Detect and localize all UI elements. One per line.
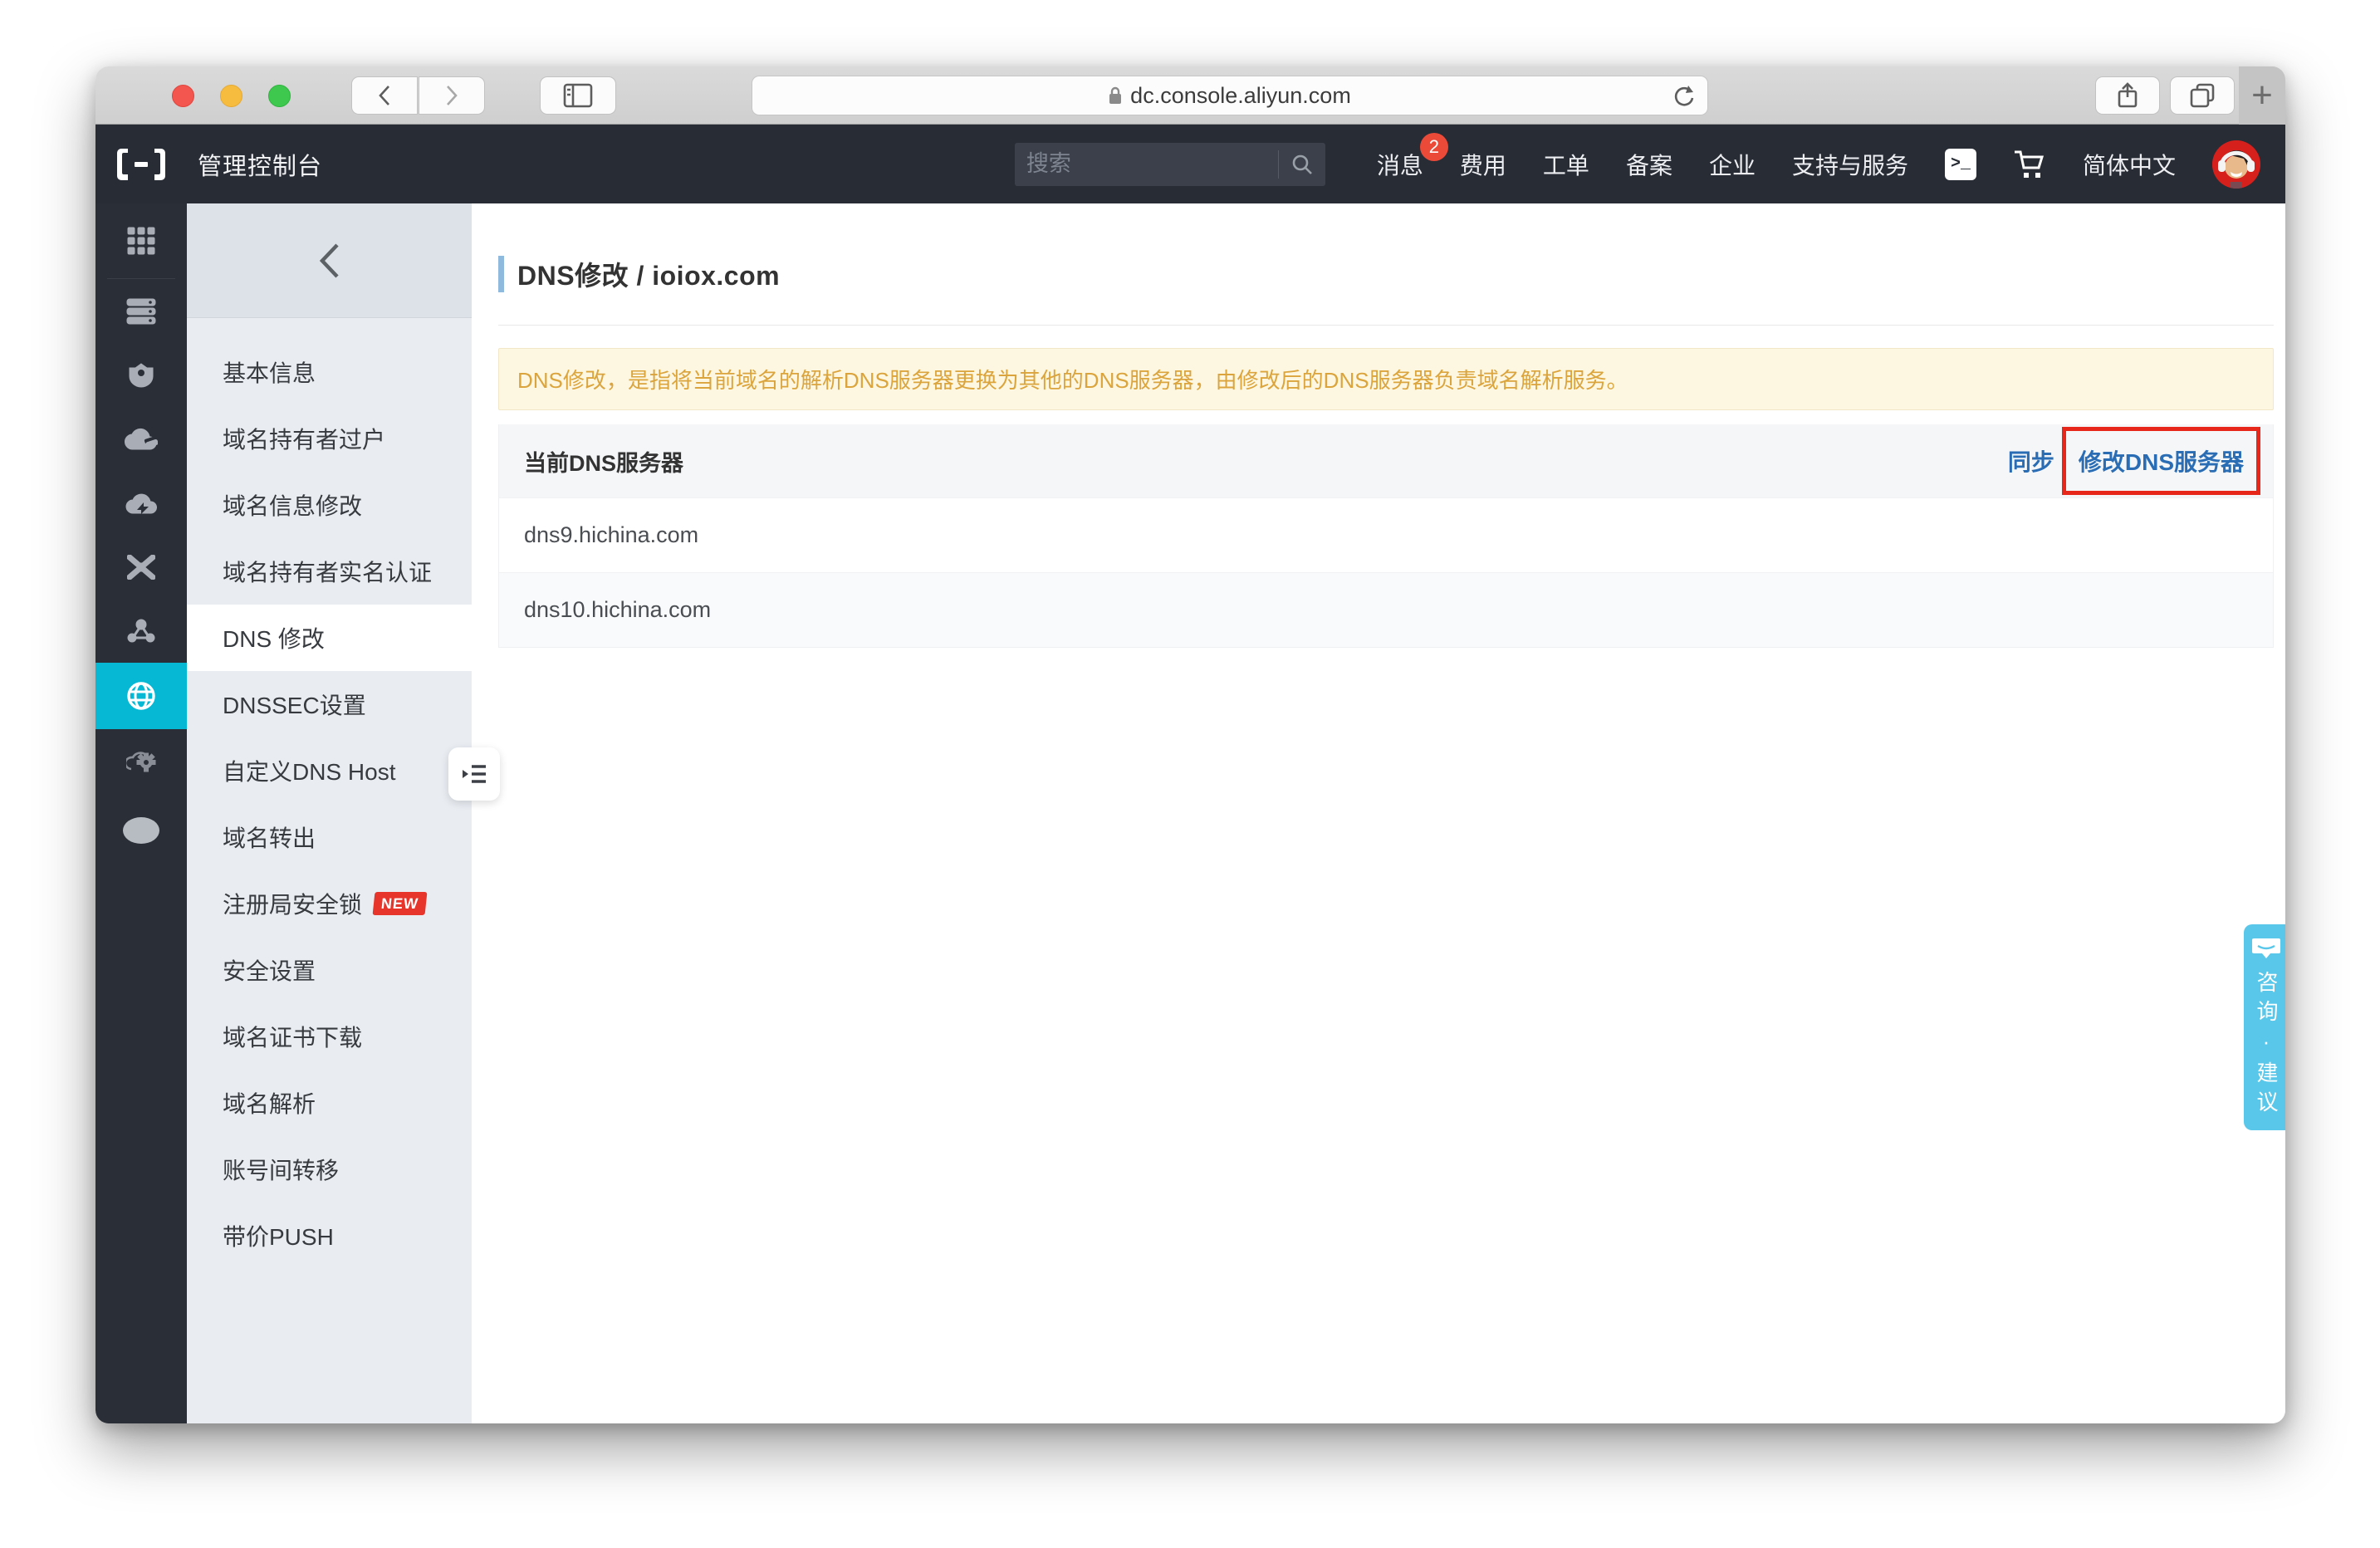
annotation-highlight-box: 修改DNS服务器 bbox=[2062, 427, 2260, 495]
window-controls bbox=[172, 85, 291, 107]
dns-notice-banner: DNS修改，是指将当前域名的解析DNS服务器更换为其他的DNS服务器，由修改后的… bbox=[498, 348, 2274, 410]
collapse-lines-icon bbox=[462, 763, 487, 785]
plus-icon: + bbox=[2251, 75, 2273, 116]
browser-toolbar: dc.console.aliyun.com + bbox=[95, 66, 2285, 125]
sidebar-item-domain-transfer-out[interactable]: 域名转出 bbox=[187, 804, 472, 870]
sidebar-item-cert-download[interactable]: 域名证书下载 bbox=[187, 1003, 472, 1070]
cdn-cloud-icon[interactable] bbox=[95, 471, 187, 535]
main-content: DNS修改 / ioiox.com DNS修改，是指将当前域名的解析DNS服务器… bbox=[472, 203, 2285, 1423]
sidebar-menu: 基本信息 域名持有者过户 域名信息修改 域名持有者实名认证 DNS 修改 DNS… bbox=[187, 318, 472, 1269]
lock-icon bbox=[1109, 86, 1122, 105]
sidebar-item-account-transfer[interactable]: 账号间转移 bbox=[187, 1136, 472, 1203]
share-button[interactable] bbox=[2095, 76, 2160, 115]
table-header-label: 当前DNS服务器 bbox=[524, 445, 683, 478]
forward-button[interactable] bbox=[419, 76, 485, 115]
sidebar-item-dnssec[interactable]: DNSSEC设置 bbox=[187, 671, 472, 737]
search-divider bbox=[1278, 150, 1279, 179]
search-input[interactable] bbox=[1026, 151, 1273, 177]
sidebar-collapse-header[interactable] bbox=[187, 203, 472, 318]
sidebar-item-push-with-price[interactable]: 带价PUSH bbox=[187, 1203, 472, 1269]
terminal-icon[interactable]: >_ bbox=[1945, 149, 1976, 180]
back-button[interactable] bbox=[351, 76, 418, 115]
chevron-left-icon bbox=[316, 242, 344, 280]
zoom-button[interactable] bbox=[268, 85, 291, 107]
profile-dot-icon[interactable] bbox=[95, 798, 187, 862]
message-count-badge: 2 bbox=[1420, 133, 1448, 161]
domain-sidebar: 基本信息 域名持有者过户 域名信息修改 域名持有者实名认证 DNS 修改 DNS… bbox=[187, 203, 472, 1423]
back-chevron-icon bbox=[375, 83, 394, 108]
consult-feedback-widget[interactable]: 咨询·建议 bbox=[2244, 924, 2285, 1130]
new-badge: NEW bbox=[373, 892, 428, 915]
tabs-overview-button[interactable] bbox=[2170, 76, 2235, 115]
title-divider bbox=[498, 325, 2274, 326]
sidebar-panel-icon bbox=[563, 83, 593, 108]
chat-bubble-icon bbox=[2251, 938, 2281, 959]
forward-chevron-icon bbox=[443, 83, 461, 108]
sidebar-item-holder-transfer[interactable]: 域名持有者过户 bbox=[187, 405, 472, 472]
sync-link[interactable]: 同步 bbox=[2008, 444, 2054, 478]
nav-support[interactable]: 支持与服务 bbox=[1792, 148, 1908, 181]
sidebar-item-dns-resolution[interactable]: 域名解析 bbox=[187, 1070, 472, 1136]
console-title: 管理控制台 bbox=[198, 147, 322, 182]
product-icon-rail bbox=[95, 203, 187, 1423]
sidebar-collapse-handle[interactable] bbox=[448, 747, 500, 801]
sidebar-item-info-modify[interactable]: 域名信息修改 bbox=[187, 472, 472, 538]
nav-messages[interactable]: 消息 2 bbox=[1377, 148, 1423, 181]
apps-grid-icon[interactable] bbox=[95, 203, 187, 278]
avatar[interactable] bbox=[2212, 140, 2260, 189]
reload-icon[interactable] bbox=[1671, 83, 1696, 110]
language-switcher[interactable]: 简体中文 bbox=[2083, 148, 2176, 181]
nav-billing[interactable]: 费用 bbox=[1460, 148, 1506, 181]
sidebar-toggle-button[interactable] bbox=[540, 76, 616, 115]
sidebar-item-basic-info[interactable]: 基本信息 bbox=[187, 339, 472, 405]
sidebar-item-custom-dns-host[interactable]: 自定义DNS Host bbox=[187, 737, 472, 804]
share-icon bbox=[2117, 82, 2138, 109]
address-bar[interactable]: dc.console.aliyun.com bbox=[752, 76, 1708, 115]
server-stack-icon[interactable] bbox=[95, 279, 187, 343]
molecule-nodes-icon[interactable] bbox=[95, 599, 187, 663]
aliyun-logo[interactable] bbox=[116, 147, 166, 182]
global-search[interactable] bbox=[1015, 143, 1325, 186]
modify-dns-link[interactable]: 修改DNS服务器 bbox=[2079, 449, 2244, 475]
nav-icp[interactable]: 备案 bbox=[1626, 148, 1672, 181]
table-row-dns9: dns9.hichina.com bbox=[499, 497, 2273, 572]
table-header-row: 当前DNS服务器 同步 修改DNS服务器 bbox=[499, 424, 2273, 497]
dns-server-table: 当前DNS服务器 同步 修改DNS服务器 dns9.hichina.com dn… bbox=[498, 424, 2274, 648]
table-row-dns10: dns10.hichina.com bbox=[499, 572, 2273, 647]
search-icon[interactable] bbox=[1290, 153, 1314, 176]
browser-window: dc.console.aliyun.com + bbox=[95, 66, 2285, 1423]
url-text: dc.console.aliyun.com bbox=[1130, 83, 1351, 109]
consult-widget-label: 咨询·建议 bbox=[2255, 971, 2277, 1119]
close-button[interactable] bbox=[172, 85, 194, 107]
tabs-overview-icon bbox=[2190, 83, 2215, 108]
network-x-icon[interactable] bbox=[95, 535, 187, 599]
nav-enterprise[interactable]: 企业 bbox=[1709, 148, 1756, 181]
console-topbar: 管理控制台 消息 2 费用 工单 备案 企业 支持与服务 >_ bbox=[95, 125, 2285, 203]
sidebar-item-security-settings[interactable]: 安全设置 bbox=[187, 937, 472, 1003]
cloud-storage-icon[interactable] bbox=[95, 407, 187, 471]
title-accent-bar bbox=[498, 256, 504, 292]
cart-icon[interactable] bbox=[2013, 149, 2046, 179]
sidebar-item-dns-modify[interactable]: DNS 修改 bbox=[187, 605, 472, 671]
nav-messages-label: 消息 bbox=[1377, 153, 1423, 179]
nav-tickets[interactable]: 工单 bbox=[1543, 148, 1589, 181]
new-tab-button[interactable]: + bbox=[2239, 66, 2285, 125]
sidebar-item-registry-lock[interactable]: 注册局安全锁 NEW bbox=[187, 870, 472, 937]
security-shield-icon[interactable] bbox=[95, 343, 187, 407]
globe-domains-icon[interactable] bbox=[95, 663, 187, 729]
minimize-button[interactable] bbox=[220, 85, 242, 107]
sidebar-item-realname[interactable]: 域名持有者实名认证 bbox=[187, 538, 472, 605]
cloud-gear-icon[interactable] bbox=[95, 729, 187, 793]
page-title: DNS修改 / ioiox.com bbox=[517, 255, 780, 293]
avatar-image bbox=[2212, 140, 2260, 189]
